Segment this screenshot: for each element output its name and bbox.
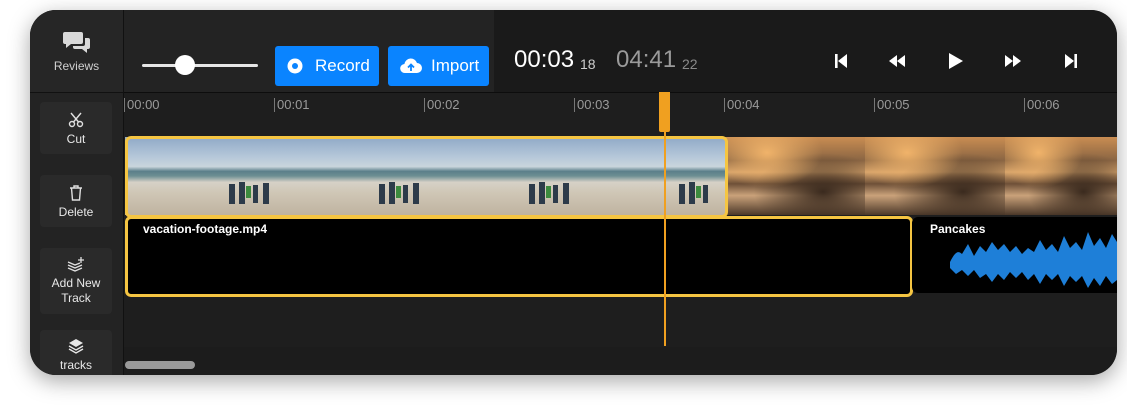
add-layer-icon [67,257,84,272]
record-label: Record [315,56,370,75]
reviews-label: Reviews [53,59,100,73]
video-thumbnail [865,137,1005,215]
add-track-label-line2: Track [61,291,91,305]
import-label: Import [431,56,480,75]
video-thumbnail [725,137,865,215]
tracks-label: tracks [59,358,92,372]
time-ruler[interactable] [124,93,1117,119]
ruler-tick: 00:05 [874,98,910,112]
reviews-button[interactable]: Reviews [30,10,123,93]
total-frames: 22 [682,56,698,72]
record-button[interactable]: Record [275,46,379,86]
total-duration: 04:41 [616,46,677,73]
playhead-handle[interactable] [659,92,670,132]
ruler-tick: 00:02 [424,98,460,112]
ruler-tick: 00:03 [574,98,610,112]
current-frames: 18 [580,56,596,72]
import-button[interactable]: Import [388,46,489,86]
zoom-slider[interactable] [142,64,258,67]
layers-icon [68,339,84,354]
record-icon [287,58,303,74]
rewind-icon[interactable] [886,50,908,72]
cloud-upload-icon [400,58,422,74]
audio-waveform [950,232,1117,288]
ruler-tick: 00:06 [1024,98,1060,112]
trash-icon [70,185,82,201]
tracks-button[interactable]: tracks [40,330,112,375]
selected-video-clip[interactable] [125,136,728,218]
horizontal-scrollbar-thumb[interactable] [125,361,195,369]
video-editor-window: Reviews Cut Delete Add New Track tracks [30,10,1117,375]
add-track-label-line1: Add New [51,276,101,290]
audio-clip-name: vacation-footage.mp4 [143,222,268,236]
scissors-icon [68,112,84,128]
timeline-scroll-area [124,347,1117,375]
play-icon[interactable] [944,50,966,72]
add-new-track-button[interactable]: Add New Track [40,248,112,314]
delete-button[interactable]: Delete [40,175,112,227]
ruler-tick: 00:00 [124,98,160,112]
fast-forward-icon[interactable] [1002,50,1024,72]
skip-forward-icon[interactable] [1060,50,1082,72]
ruler-tick: 00:01 [274,98,310,112]
cut-label: Cut [66,132,86,146]
video-thumbnail [1005,137,1117,215]
chat-bubbles-icon [63,32,90,53]
zoom-slider-handle[interactable] [175,55,195,75]
cut-button[interactable]: Cut [40,102,112,154]
skip-back-icon[interactable] [830,50,852,72]
current-time: 00:03 [514,46,575,73]
delete-label: Delete [58,205,94,219]
ruler-tick: 00:04 [724,98,760,112]
playhead-line[interactable] [664,102,666,346]
